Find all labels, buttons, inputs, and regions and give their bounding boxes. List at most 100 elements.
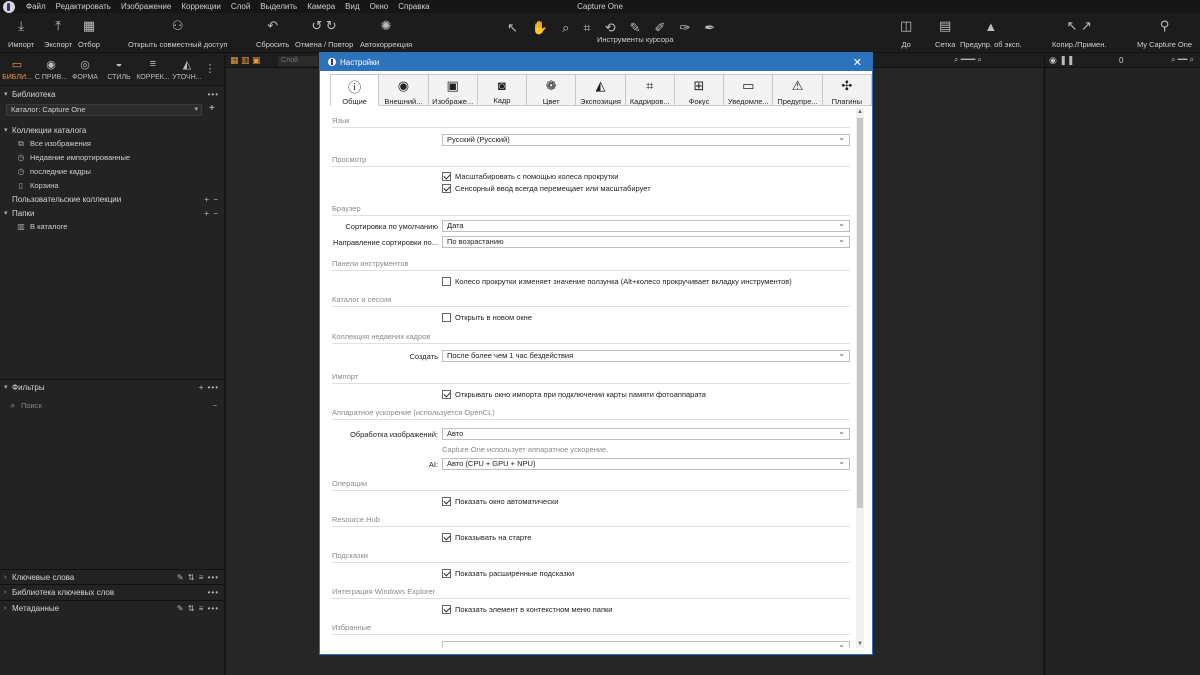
share-button[interactable]: ⚇ Открыть совместный доступ [128,17,227,49]
zoom-slider-icon[interactable]: ⌕ ━━━ ⌕ [954,55,982,65]
import-button[interactable]: ⤓ Импорт [8,17,34,49]
zoom-slider-icon[interactable]: ⌕ ━━ ⌕ [1171,55,1194,65]
checkbox-checked[interactable] [442,390,451,399]
sort-direction-select[interactable]: По возрастанию [442,235,850,248]
scroll-up-icon[interactable]: ▲ [856,109,864,115]
menu-select[interactable]: Выделить [255,0,302,13]
tab-appearance[interactable]: ◉ Внешний... [379,74,429,106]
pointer-icon[interactable]: ↖ [507,19,518,37]
filters-header[interactable]: ▾ Фильтры + ••• [0,380,225,394]
tab-warnings[interactable]: ⚠ Предупре... [773,74,823,106]
checkbox-unchecked[interactable] [442,277,451,286]
grid-view-icon[interactable]: ▦ ▥ ▣ [230,55,261,66]
copy-apply-button[interactable]: ↖ ↗ Копир./Примен. [1052,17,1106,49]
add-catalog-icon[interactable]: + [209,103,215,114]
zoom-scroll-checkbox[interactable]: Масштабировать с помощью колеса прокрутк… [442,172,618,181]
close-icon[interactable]: ✕ [853,56,862,69]
scrollbar-thumb[interactable] [857,118,863,508]
tab-refine[interactable]: ◭ УТОЧН... [170,54,204,85]
reset-button[interactable]: ↶ Сбросить [256,17,289,49]
folder-in-catalog[interactable]: ▥ В каталоге [0,220,225,233]
collection-recent-imports[interactable]: ◷ Недавние импортированные [0,151,225,164]
sort-select[interactable]: Дата [442,219,850,232]
cull-button[interactable]: ▦ Отбор [78,17,100,49]
filter-search[interactable]: ⌕ Поиск − [0,399,225,412]
tab-adjust[interactable]: ≡ КОРРЕК... [136,54,170,85]
minus-icon[interactable]: − [213,401,217,410]
tab-library[interactable]: ▭ БИБЛИ... [0,54,34,85]
grid-button[interactable]: ▤ Сетка [935,17,955,49]
add-more-icon[interactable]: + ••• [199,383,219,392]
keywords-header[interactable]: › Ключевые слова ✎ ⇅ ≡ ••• [0,570,225,584]
create-select[interactable]: После более чем 1 час бездействия [442,349,850,362]
eye-pause-icon[interactable]: ◉ ❚❚ [1049,55,1074,66]
ai-select[interactable]: Авто (CPU + GPU + NPU) [442,457,850,470]
menu-layer[interactable]: Слой [226,0,255,13]
dialog-title-bar[interactable]: Настройки ✕ [320,53,872,71]
annotate-icon[interactable]: ✒ [704,19,715,37]
export-button[interactable]: ⤒ Экспорт [44,17,72,49]
tab-capture[interactable]: ◉ С ПРИВ... [34,54,68,85]
context-menu-checkbox[interactable]: Показать элемент в контекстном меню папк… [442,605,612,614]
keyword-library-header[interactable]: › Библиотека ключевых слов ••• [0,585,225,599]
tab-shape[interactable]: ◎ ФОРМА [68,54,102,85]
favorites-select[interactable] [442,640,850,648]
processing-select[interactable]: Авто [442,427,850,440]
checkbox-checked[interactable] [442,569,451,578]
checkbox-checked[interactable] [442,172,451,181]
keyword-tools-icon[interactable]: ✎ ⇅ ≡ ••• [177,573,219,582]
tab-color[interactable]: ❁ Цвет [527,74,577,106]
import-on-card-checkbox[interactable]: Открывать окно импорта при подключении к… [442,390,706,399]
tab-crop[interactable]: ⌗ Кадриров... [625,74,675,106]
menu-window[interactable]: Окно [365,0,394,13]
layer-input[interactable]: Слой [278,56,318,66]
tab-style[interactable]: ◒ СТИЛЬ [102,54,136,85]
extended-hints-checkbox[interactable]: Показать расширенные подсказки [442,569,574,578]
menu-view[interactable]: Вид [340,0,364,13]
language-select[interactable]: Русский (Русский) [442,133,850,146]
more-icon[interactable]: ••• [208,90,219,99]
show-window-auto-checkbox[interactable]: Показать окно автоматически [442,497,558,506]
show-on-start-checkbox[interactable]: Показывать на старте [442,533,531,542]
more-icon[interactable]: ••• [208,588,219,597]
menu-file[interactable]: Файл [21,0,51,13]
add-remove-icon[interactable]: + − [204,195,219,204]
library-header[interactable]: ▾ Библиотека ••• [0,87,225,101]
exposure-warning-button[interactable]: ▲ Предупр. об эксп. [960,17,1022,50]
checkbox-checked[interactable] [442,533,451,542]
tab-general[interactable]: ⓘ Общие [330,74,380,106]
my-capture-one-button[interactable]: ⚲ My Capture One [1137,17,1192,49]
checkbox-unchecked[interactable] [442,313,451,322]
catalog-collections-header[interactable]: ▾ Коллекции каталога [0,123,225,137]
user-collections-header[interactable]: Пользовательские коллекции + − [0,192,225,206]
pan-icon[interactable]: ✋ [532,19,548,37]
menu-edit[interactable]: Редактировать [51,0,116,13]
touch-input-checkbox[interactable]: Сенсорный ввод всегда перемещает или мас… [442,184,651,193]
open-new-window-checkbox[interactable]: Открыть в новом окне [442,313,532,322]
scroll-wheel-slider-checkbox[interactable]: Колесо прокрутки изменяет значение ползу… [442,277,792,286]
scroll-down-icon[interactable]: ▼ [856,641,864,647]
app-logo-icon[interactable] [3,0,15,13]
tab-plugins[interactable]: ✣ Плагины [822,74,872,106]
checkbox-checked[interactable] [442,184,451,193]
checkbox-checked[interactable] [442,497,451,506]
metadata-header[interactable]: › Метаданные ✎ ⇅ ≡ ••• [0,601,225,615]
menu-image[interactable]: Изображение [116,0,176,13]
folders-header[interactable]: ▾ Папки + − [0,206,225,220]
undo-redo-button[interactable]: ↺ ↻ Отмена / Повтор [295,17,353,49]
dialog-scrollbar[interactable]: ▲ ▼ [856,108,864,648]
tab-notifications[interactable]: ▭ Уведомле... [724,74,774,106]
search-input[interactable]: Поиск [21,401,42,410]
add-remove-icon[interactable]: + − [204,209,219,218]
tab-exposure[interactable]: ◭ Экспозиция [576,74,626,106]
collection-trash[interactable]: ▯ Корзина [0,179,225,192]
menu-adjustments[interactable]: Коррекции [176,0,225,13]
heal-icon[interactable]: ✑ [679,19,690,37]
auto-adjust-button[interactable]: ✺ Автокоррекция [360,17,412,49]
before-button[interactable]: ◫ До [900,17,912,49]
tab-image[interactable]: ▣ Изображе... [428,74,478,106]
tabs-more[interactable]: ⋮ [204,54,216,85]
menu-help[interactable]: Справка [393,0,434,13]
zoom-icon[interactable]: ⌕ [562,19,569,37]
tab-capture[interactable]: ◙ Кадр [477,74,528,106]
